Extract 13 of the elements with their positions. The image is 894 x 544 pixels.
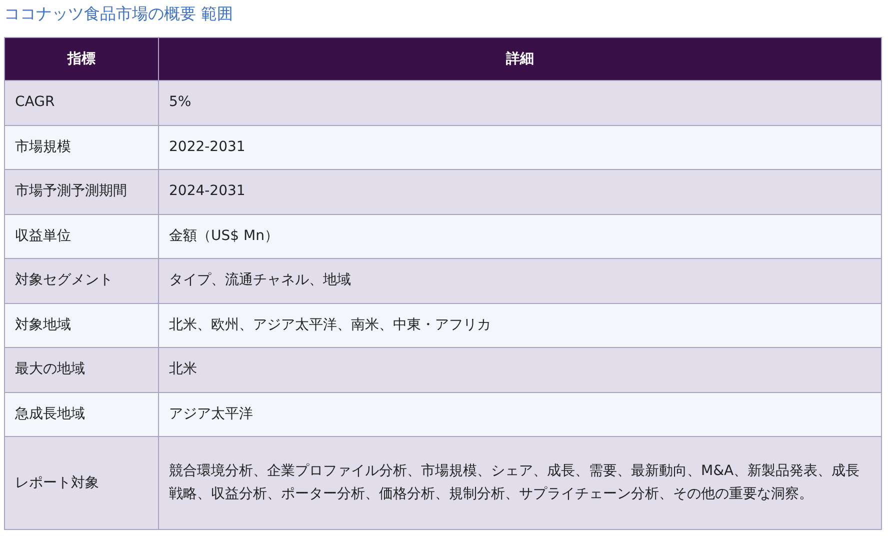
table-cell: 市場予測予測期間 (4, 170, 158, 214)
column-header: 詳細 (158, 38, 882, 80)
table-cell: 北米 (158, 348, 882, 392)
section-title: ココナッツ食品市場の概要 範囲 (4, 3, 234, 25)
table-cell: 5% (158, 80, 882, 125)
table-cell: CAGR (4, 80, 158, 125)
table-cell: レポート対象 (4, 436, 158, 530)
column-header: 指標 (4, 38, 158, 80)
table-cell: 対象セグメント (4, 258, 158, 303)
table-cell: 最大の地域 (4, 348, 158, 392)
table-cell: タイプ、流通チャネル、地域 (158, 258, 882, 303)
table-cell: 2024-2031 (158, 170, 882, 214)
table-cell: 競合環境分析、企業プロファイル分析、市場規模、シェア、成長、需要、最新動向、M&A、新製品発表、成長戦略、収益分析、ポーター分析、価格分析、規制分析、サプライチェーン分析、その他の重要な洞察。 (158, 436, 882, 530)
